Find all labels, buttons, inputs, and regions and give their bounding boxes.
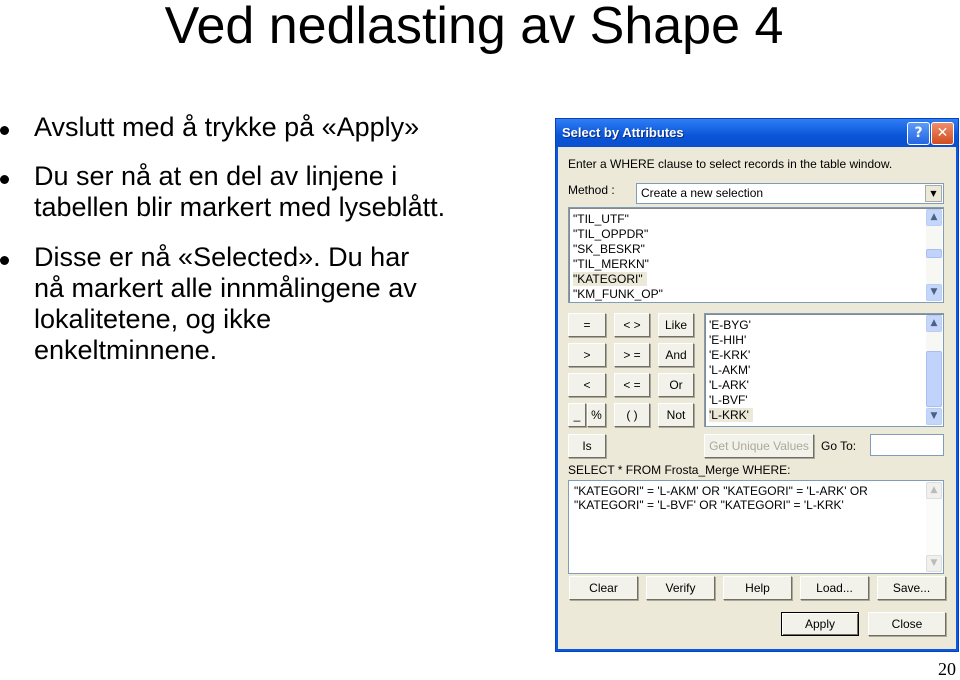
operator-or-button[interactable]: Or [658,373,694,397]
help-button[interactable]: Help [723,576,792,600]
list-item[interactable]: 'L-BVF' [709,393,748,407]
save-button[interactable]: Save... [877,576,946,600]
list-item-selected[interactable]: "KATEGORI" [573,272,647,286]
list-item[interactable]: 'E-KRK' [709,348,750,362]
list-item[interactable]: 'L-AKM' [709,363,750,377]
list-item[interactable]: "TIL_MERKN" [573,257,649,271]
operator-not-equal-button[interactable]: < > [614,313,650,337]
operator-percent-button[interactable]: % [587,403,606,427]
sql-scrollbar[interactable]: ▲ ▼ [926,482,942,572]
operator-parentheses-button[interactable]: ( ) [614,403,650,427]
fields-list[interactable]: "TIL_UTF" "TIL_OPPDR" "SK_BESKR" "TIL_ME… [568,207,944,303]
scroll-down-icon[interactable]: ▼ [926,284,942,301]
scroll-down-icon[interactable]: ▼ [926,555,942,572]
sql-line: "KATEGORI" = 'L-AKM' OR "KATEGORI" = 'L-… [574,484,868,498]
bullet-dot-icon [0,175,9,184]
clear-button[interactable]: Clear [569,576,638,600]
bullet-dot-icon [0,256,9,265]
method-dropdown[interactable]: Create a new selection ▼ [636,183,944,204]
list-item[interactable]: 'L-ARK' [709,378,749,392]
list-item-selected[interactable]: 'L-KRK' [709,408,753,422]
operator-greater-button[interactable]: > [568,343,606,367]
operator-is-button[interactable]: Is [568,434,606,458]
operator-not-button[interactable]: Not [658,403,694,427]
goto-input[interactable] [870,434,944,456]
values-scrollbar[interactable]: ▲ ▼ [926,315,942,425]
scroll-up-icon[interactable]: ▲ [926,482,942,499]
load-button[interactable]: Load... [800,576,869,600]
bullet-item: Disse er nå «Selected». Du har nå markert… [0,242,545,366]
operator-less-button[interactable]: < [568,373,606,397]
sql-prefix-label: SELECT * FROM Frosta_Merge WHERE: [568,463,791,477]
close-button[interactable]: Close [868,612,946,636]
slide-title: Ved nedlasting av Shape 4 [164,0,784,55]
list-item[interactable]: 'E-BYG' [709,318,751,332]
operator-greater-equal-button[interactable]: > = [614,343,650,367]
operator-less-equal-button[interactable]: < = [614,373,650,397]
scroll-thumb[interactable] [926,351,942,407]
operator-equals-button[interactable]: = [568,313,606,337]
select-by-attributes-dialog: Select by Attributes ? ✕ Enter a WHERE c… [555,118,959,652]
bullet-dot-icon [0,126,9,135]
operator-underscore-button[interactable]: _ [568,403,586,427]
scroll-thumb[interactable] [926,249,942,258]
list-item[interactable]: 'E-HIH' [709,333,746,347]
bullet-item: Du ser nå at en del av linjene i tabellen… [0,161,545,223]
help-icon[interactable]: ? [907,122,930,145]
list-item[interactable]: "TIL_OPPDR" [573,227,648,241]
verify-button[interactable]: Verify [646,576,715,600]
method-value: Create a new selection [641,186,764,200]
bullet-item: Avslutt med å trykke på «Apply» [0,112,545,143]
goto-label: Go To: [821,439,857,453]
bullet-list: Avslutt med å trykke på «Apply» Du ser n… [0,112,545,378]
title-bar[interactable]: Select by Attributes ? ✕ [556,119,958,147]
operator-like-button[interactable]: Like [658,313,694,337]
values-list[interactable]: 'E-BYG' 'E-HIH' 'E-KRK' 'L-AKM' 'L-ARK' … [704,313,944,427]
scroll-up-icon[interactable]: ▲ [926,315,942,332]
get-unique-values-button[interactable]: Get Unique Values [704,434,814,458]
page-number: 20 [938,659,956,679]
list-item[interactable]: "SK_BESKR" [573,242,645,256]
sql-expression-textarea[interactable]: "KATEGORI" = 'L-AKM' OR "KATEGORI" = 'L-… [568,480,944,574]
operator-and-button[interactable]: And [658,343,694,367]
instruction-text: Enter a WHERE clause to select records i… [568,157,893,171]
scroll-down-icon[interactable]: ▼ [926,408,942,425]
list-item[interactable]: "TIL_UTF" [573,212,629,226]
scroll-up-icon[interactable]: ▲ [926,209,942,226]
sql-line: "KATEGORI" = 'L-BVF' OR "KATEGORI" = 'L-… [574,498,844,512]
close-icon[interactable]: ✕ [931,122,954,145]
list-item[interactable]: "KM_FUNK_OP" [573,287,663,301]
dialog-title: Select by Attributes [562,125,684,140]
method-label: Method : [568,183,615,197]
fields-scrollbar[interactable]: ▲ ▼ [926,209,942,301]
chevron-down-icon[interactable]: ▼ [925,185,942,202]
apply-button[interactable]: Apply [781,612,859,636]
